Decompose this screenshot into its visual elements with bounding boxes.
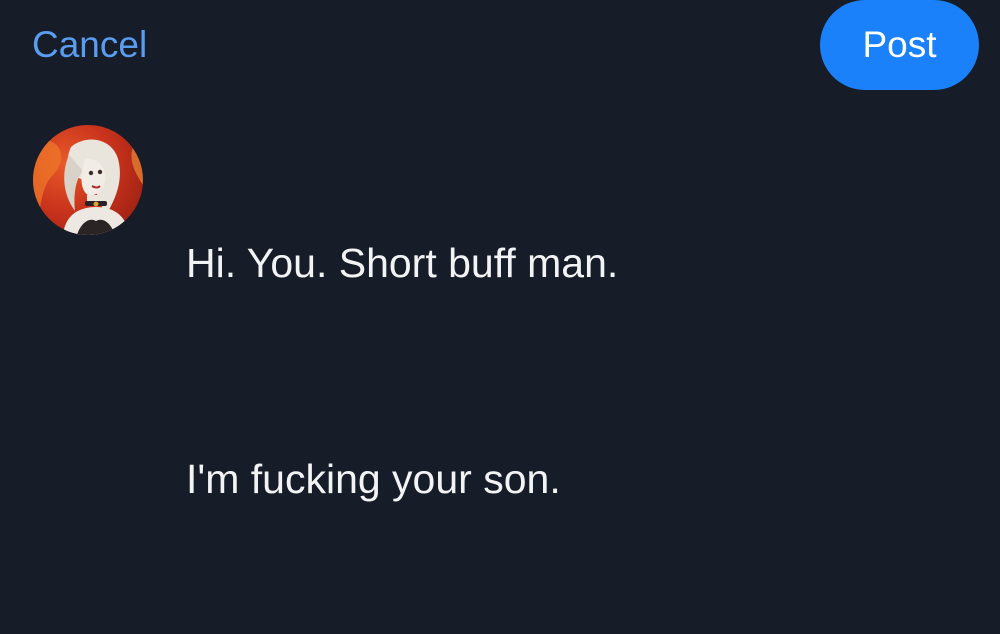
cancel-button[interactable]: Cancel (32, 22, 147, 68)
avatar-illustration-icon (33, 135, 143, 235)
post-text-area[interactable]: Hi. You. Short buff man. I'm fucking you… (186, 128, 966, 614)
post-text-line: I'm fucking your son. (186, 456, 561, 502)
avatar[interactable] (33, 125, 143, 235)
post-text-line: Hi. You. Short buff man. (186, 240, 619, 286)
compose-post-screen: Cancel Post Hi. You. Short buff man. I'm… (0, 0, 1000, 634)
post-button[interactable]: Post (820, 0, 979, 90)
